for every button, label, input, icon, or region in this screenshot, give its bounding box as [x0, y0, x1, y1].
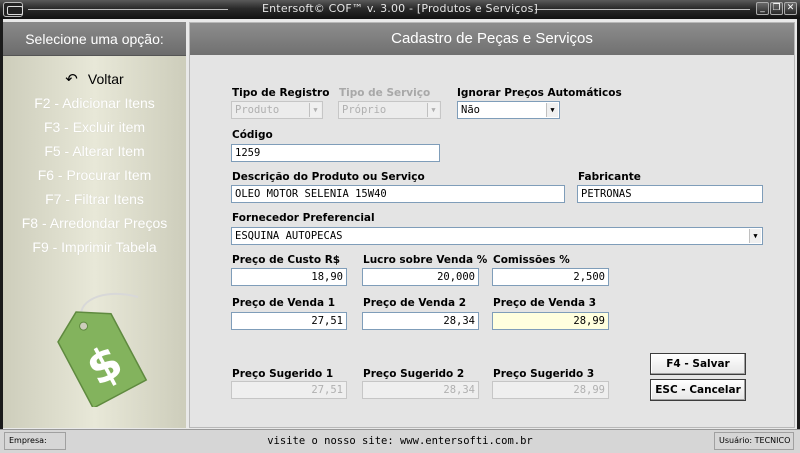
close-icon[interactable]: ✕ [784, 2, 797, 15]
preco-venda-2-label: Preço de Venda 2 [363, 297, 467, 309]
sidebar-item-arredondar[interactable]: F8 - Arredondar Preços [3, 211, 186, 235]
page-title: Cadastro de Peças e Serviços [190, 23, 794, 55]
lucro-label: Lucro sobre Venda % [363, 254, 488, 266]
preco-venda-3-label: Preço de Venda 3 [493, 297, 597, 309]
preco-sugerido-3-label: Preço Sugerido 3 [493, 368, 595, 380]
fornecedor-label: Fornecedor Preferencial [232, 212, 375, 224]
sidebar-item-label: Voltar [87, 71, 124, 87]
window-title: Entersoft© COF™ v. 3.00 - [Produtos e Se… [261, 2, 538, 15]
preco-venda-2-field[interactable]: 28,34 [362, 312, 479, 330]
codigo-field[interactable]: 1259 [231, 144, 440, 162]
fornecedor-value: ESQUINA AUTOPECAS [235, 230, 343, 242]
tipo-servico-label: Tipo de Serviço [339, 87, 431, 99]
status-bar: Empresa: visite o nosso site: www.enters… [0, 429, 800, 453]
preco-venda-3-field[interactable]: 28,99 [492, 312, 609, 330]
title-bar: Entersoft© COF™ v. 3.00 - [Produtos e Se… [0, 0, 800, 19]
ignorar-precos-select[interactable]: Não ▼ [457, 101, 560, 119]
ignorar-precos-value: Não [461, 104, 480, 116]
main-panel: Cadastro de Peças e Serviços Tipo de Reg… [189, 22, 795, 428]
sidebar-item-imprimir[interactable]: F9 - Imprimir Tabela [3, 235, 186, 259]
fabricante-label: Fabricante [578, 171, 641, 183]
dollar-price-tag-icon: $ [57, 292, 148, 407]
preco-custo-field[interactable]: 18,90 [231, 268, 347, 286]
fabricante-field[interactable]: PETRONAS [577, 185, 763, 203]
descricao-field[interactable]: OLEO MOTOR SELENIA 15W40 [231, 185, 565, 203]
sidebar-item-excluir[interactable]: F3 - Excluir item [3, 115, 186, 139]
chevron-down-icon: ▼ [309, 103, 321, 117]
preco-venda-1-field[interactable]: 27,51 [231, 312, 347, 330]
chevron-down-icon: ▼ [427, 103, 439, 117]
sidebar-item-filtrar[interactable]: F7 - Filtrar Itens [3, 187, 186, 211]
preco-venda-1-label: Preço de Venda 1 [232, 297, 336, 309]
tipo-servico-value: Próprio [342, 104, 387, 116]
tipo-servico-select[interactable]: Próprio ▼ [338, 101, 441, 119]
sidebar-menu: ↶ Voltar F2 - Adicionar Itens F3 - Exclui… [3, 67, 186, 259]
ignorar-precos-label: Ignorar Preços Automáticos [457, 87, 622, 99]
save-button[interactable]: F4 - Salvar [650, 353, 746, 375]
comissoes-field[interactable]: 2,500 [492, 268, 609, 286]
sidebar-item-adicionar[interactable]: F2 - Adicionar Itens [3, 91, 186, 115]
tipo-registro-value: Produto [235, 104, 280, 116]
chevron-down-icon: ▼ [546, 103, 558, 117]
fornecedor-select[interactable]: ESQUINA AUTOPECAS ▼ [231, 227, 763, 245]
descricao-label: Descrição do Produto ou Serviço [232, 171, 425, 183]
preco-sugerido-1-label: Preço Sugerido 1 [232, 368, 334, 380]
chevron-down-icon: ▼ [749, 229, 761, 243]
sidebar-header: Selecione uma opção: [3, 22, 186, 56]
preco-sugerido-2-label: Preço Sugerido 2 [363, 368, 465, 380]
tipo-registro-select[interactable]: Produto ▼ [231, 101, 323, 119]
preco-sugerido-3-field: 28,99 [492, 381, 609, 399]
tipo-registro-label: Tipo de Registro [232, 87, 330, 99]
comissoes-label: Comissões % [493, 254, 570, 266]
preco-sugerido-1-field: 27,51 [231, 381, 347, 399]
sidebar-item-voltar[interactable]: ↶ Voltar [3, 67, 186, 91]
sidebar-item-procurar[interactable]: F6 - Procurar Item [3, 163, 186, 187]
sidebar: Selecione uma opção: ↶ Voltar F2 - Adicio… [3, 22, 186, 428]
preco-custo-label: Preço de Custo R$ [232, 254, 341, 266]
minimize-icon[interactable]: _ [756, 2, 769, 15]
codigo-label: Código [232, 129, 273, 141]
sidebar-item-alterar[interactable]: F5 - Alterar Item [3, 139, 186, 163]
restore-icon[interactable]: ❐ [770, 2, 783, 15]
back-arrow-icon: ↶ [65, 71, 78, 88]
status-site: visite o nosso site: www.entersofti.com.… [267, 435, 533, 447]
preco-sugerido-2-field: 28,34 [362, 381, 479, 399]
lucro-field[interactable]: 20,000 [362, 268, 479, 286]
cancel-button[interactable]: ESC - Cancelar [650, 379, 746, 401]
status-usuario: Usuário: TECNICO [714, 432, 794, 450]
